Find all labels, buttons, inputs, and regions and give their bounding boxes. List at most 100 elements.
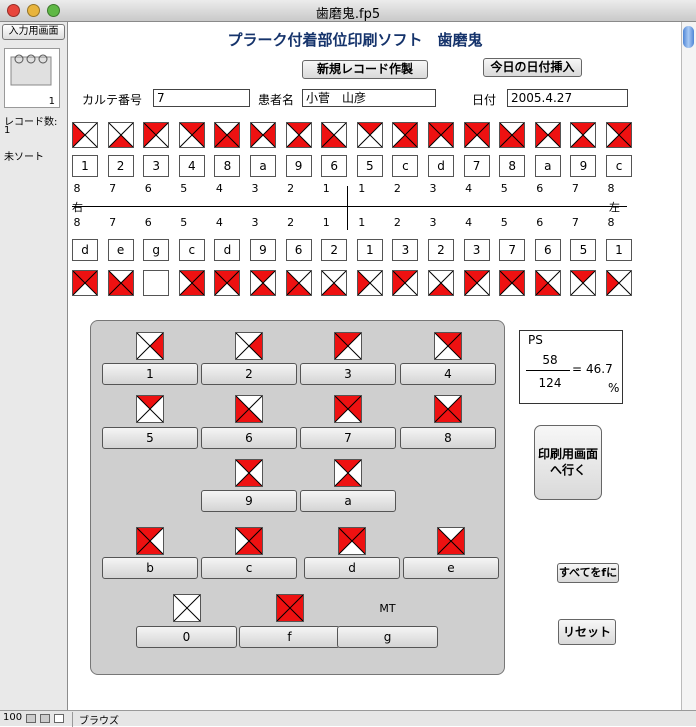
- lower-code-cell[interactable]: c: [178, 239, 205, 261]
- pattern-icon[interactable]: [235, 459, 263, 487]
- lower-tooth-icon[interactable]: [570, 270, 597, 296]
- lower-code-cell[interactable]: d: [214, 239, 241, 261]
- upper-code-cell[interactable]: 9: [570, 155, 597, 177]
- lower-tooth-icon[interactable]: [606, 270, 632, 296]
- upper-code-cell[interactable]: 2: [107, 155, 134, 177]
- lower-tooth-icon[interactable]: [321, 270, 348, 296]
- pattern-icon[interactable]: [334, 459, 362, 487]
- upper-tooth-icon[interactable]: [285, 122, 312, 148]
- lower-tooth-icon[interactable]: [250, 270, 276, 296]
- lower-tooth-icon[interactable]: [534, 270, 561, 296]
- pattern-button[interactable]: 2: [201, 363, 297, 385]
- lower-code-cell[interactable]: 3: [392, 239, 419, 261]
- pattern-button[interactable]: 0: [136, 626, 237, 648]
- lower-code-cell[interactable]: 6: [534, 239, 561, 261]
- pattern-button[interactable]: 6: [201, 427, 297, 449]
- upper-code-cell[interactable]: d: [428, 155, 454, 177]
- pattern-button[interactable]: a: [300, 490, 396, 512]
- print-screen-button[interactable]: 印刷用画面へ行く: [534, 425, 602, 500]
- lower-code-cell[interactable]: 7: [499, 239, 526, 261]
- pattern-button[interactable]: 8: [400, 427, 496, 449]
- upper-tooth-icon[interactable]: [321, 122, 348, 148]
- lower-tooth-icon[interactable]: [143, 270, 170, 296]
- pattern-icon[interactable]: [338, 527, 366, 555]
- pattern-icon[interactable]: [275, 594, 304, 622]
- pattern-icon[interactable]: [235, 332, 263, 360]
- pattern-button[interactable]: 7: [300, 427, 396, 449]
- upper-tooth-icon[interactable]: [250, 122, 276, 148]
- pattern-button[interactable]: 5: [102, 427, 198, 449]
- mode-indicator[interactable]: ブラウズ: [72, 712, 140, 727]
- lower-tooth-icon[interactable]: [178, 270, 205, 296]
- lower-code-cell[interactable]: 6: [285, 239, 312, 261]
- lower-tooth-icon[interactable]: [285, 270, 312, 296]
- date-field[interactable]: 2005.4.27: [507, 89, 628, 107]
- lower-code-cell[interactable]: 2: [428, 239, 454, 261]
- lower-tooth-icon[interactable]: [499, 270, 526, 296]
- upper-code-cell[interactable]: 8: [214, 155, 241, 177]
- status-toggle-icon[interactable]: [54, 714, 64, 723]
- lower-code-cell[interactable]: 9: [250, 239, 276, 261]
- upper-code-cell[interactable]: a: [534, 155, 561, 177]
- upper-code-cell[interactable]: c: [606, 155, 632, 177]
- pattern-button[interactable]: e: [403, 557, 499, 579]
- lower-code-cell[interactable]: 1: [356, 239, 383, 261]
- lower-tooth-icon[interactable]: [463, 270, 490, 296]
- zoom-in-icon[interactable]: [40, 714, 50, 723]
- pattern-icon[interactable]: [334, 332, 362, 360]
- upper-tooth-icon[interactable]: [534, 122, 561, 148]
- upper-tooth-icon[interactable]: [499, 122, 526, 148]
- pattern-button[interactable]: 9: [201, 490, 297, 512]
- lower-code-cell[interactable]: d: [72, 239, 98, 261]
- lower-tooth-icon[interactable]: [428, 270, 454, 296]
- upper-code-cell[interactable]: 3: [143, 155, 170, 177]
- pattern-icon[interactable]: [136, 332, 164, 360]
- pattern-button[interactable]: c: [201, 557, 297, 579]
- upper-code-cell[interactable]: 5: [356, 155, 383, 177]
- lower-tooth-icon[interactable]: [392, 270, 419, 296]
- pattern-button[interactable]: d: [304, 557, 400, 579]
- pattern-icon[interactable]: [434, 332, 462, 360]
- lower-tooth-icon[interactable]: [214, 270, 241, 296]
- pattern-button[interactable]: g: [337, 626, 438, 648]
- pattern-icon[interactable]: [235, 395, 263, 423]
- zoom-out-icon[interactable]: [26, 714, 36, 723]
- all-f-button[interactable]: すべてをfに: [557, 563, 619, 583]
- lower-code-cell[interactable]: 2: [321, 239, 348, 261]
- upper-code-cell[interactable]: 8: [499, 155, 526, 177]
- insert-date-button[interactable]: 今日の日付挿入: [483, 58, 582, 77]
- pattern-button[interactable]: b: [102, 557, 198, 579]
- lower-code-cell[interactable]: 5: [570, 239, 597, 261]
- lower-tooth-icon[interactable]: [107, 270, 134, 296]
- chart-no-field[interactable]: 7: [153, 89, 250, 107]
- pattern-icon[interactable]: [172, 594, 201, 622]
- pattern-icon[interactable]: [235, 527, 263, 555]
- new-record-button[interactable]: 新規レコード作製: [302, 60, 428, 79]
- reset-button[interactable]: リセット: [558, 619, 616, 645]
- upper-tooth-icon[interactable]: [392, 122, 419, 148]
- book-icon[interactable]: 1: [4, 48, 60, 108]
- upper-tooth-icon[interactable]: [72, 122, 98, 148]
- pattern-button[interactable]: f: [239, 626, 340, 648]
- lower-tooth-icon[interactable]: [72, 270, 98, 296]
- pattern-icon[interactable]: [334, 395, 362, 423]
- upper-tooth-icon[interactable]: [143, 122, 170, 148]
- upper-tooth-icon[interactable]: [178, 122, 205, 148]
- upper-tooth-icon[interactable]: [606, 122, 632, 148]
- upper-code-cell[interactable]: 4: [178, 155, 205, 177]
- upper-tooth-icon[interactable]: [107, 122, 134, 148]
- upper-code-cell[interactable]: 7: [463, 155, 490, 177]
- lower-code-cell[interactable]: e: [107, 239, 134, 261]
- pattern-button[interactable]: 4: [400, 363, 496, 385]
- lower-code-cell[interactable]: 3: [463, 239, 490, 261]
- vertical-scrollbar[interactable]: [681, 22, 696, 710]
- lower-code-cell[interactable]: 1: [606, 239, 632, 261]
- upper-tooth-icon[interactable]: [463, 122, 490, 148]
- pattern-icon[interactable]: [437, 527, 465, 555]
- lower-tooth-icon[interactable]: [356, 270, 383, 296]
- scrollbar-thumb[interactable]: [683, 26, 694, 48]
- pattern-button[interactable]: 1: [102, 363, 198, 385]
- zoom-level[interactable]: 100: [3, 712, 22, 723]
- pattern-icon[interactable]: [136, 395, 164, 423]
- upper-tooth-icon[interactable]: [570, 122, 597, 148]
